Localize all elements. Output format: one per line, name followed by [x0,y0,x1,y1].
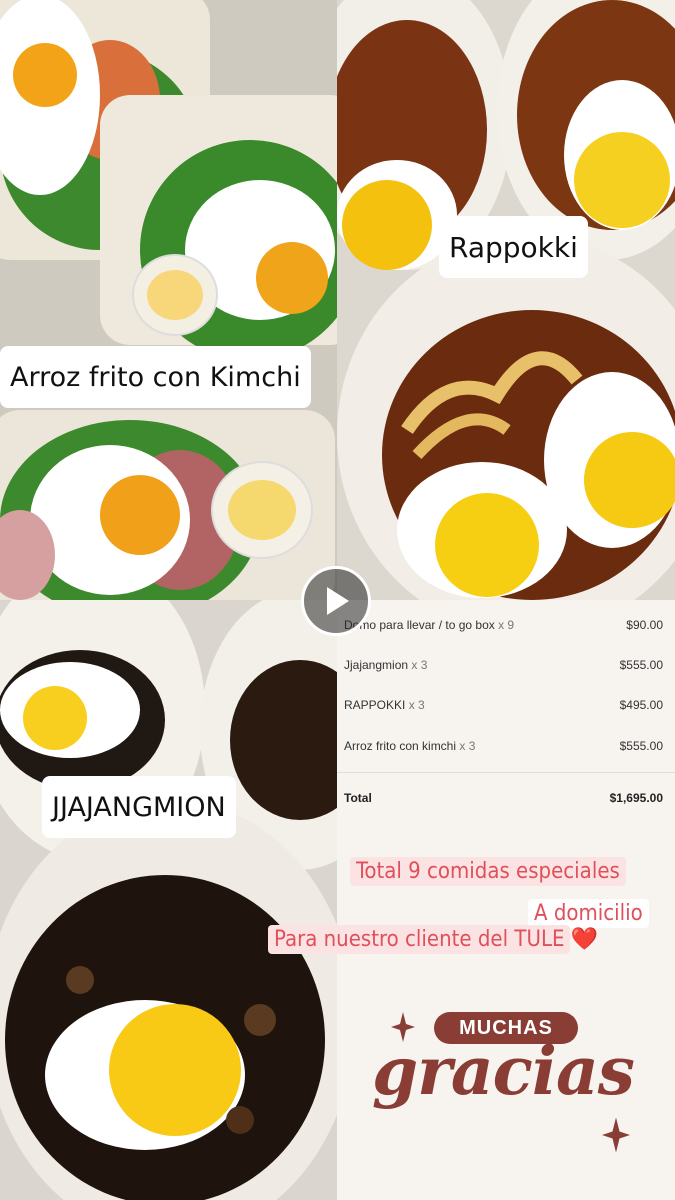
heart-icon: ❤️ [570,926,598,951]
item-price: $90.00 [626,618,663,632]
item-price: $555.00 [619,658,663,672]
promo-line-3: Para nuestro cliente del TULE [268,925,571,954]
item-name: Arroz frito con kimchi [344,739,457,753]
receipt-row: Arroz frito con kimchi x 3 $555.00 [344,739,663,753]
receipt-divider [337,772,675,773]
item-qty: x 3 [411,658,428,672]
item-name: Domo para llevar / to go box [344,618,495,632]
receipt-row: RAPPOKKI x 3 $495.00 [344,698,663,712]
total-value: $1,695.00 [609,791,663,805]
total-label: Total [344,791,372,805]
photo-jjajangmion: JJAJANGMION [0,600,337,1200]
play-icon [327,587,349,615]
item-qty: x 3 [408,698,425,712]
receipt-row: Jjajangmion x 3 $555.00 [344,658,663,672]
sparkle-icon [602,1117,630,1153]
item-price: $495.00 [619,698,663,712]
label-rappokki: Rappokki [439,216,588,278]
play-button[interactable] [301,566,371,636]
promo-line-2: A domicilio [528,899,649,928]
item-qty: x 3 [459,739,476,753]
item-qty: x 9 [498,618,515,632]
label-arroz-frito: Arroz frito con Kimchi [0,346,311,408]
gracias-script: gracias [372,1032,635,1110]
item-name: Jjajangmion [344,658,409,672]
promo-line-1: Total 9 comidas especiales [350,857,626,886]
receipt-row: Domo para llevar / to go box x 9 $90.00 [344,618,663,632]
label-jjajangmion: JJAJANGMION [42,776,236,838]
item-price: $555.00 [619,739,663,753]
item-name: RAPPOKKI [344,698,406,712]
photo-rappokki: Rappokki [337,0,675,600]
photo-arroz-frito: Arroz frito con Kimchi [0,0,337,600]
receipt-total-row: Total $1,695.00 [344,791,663,805]
